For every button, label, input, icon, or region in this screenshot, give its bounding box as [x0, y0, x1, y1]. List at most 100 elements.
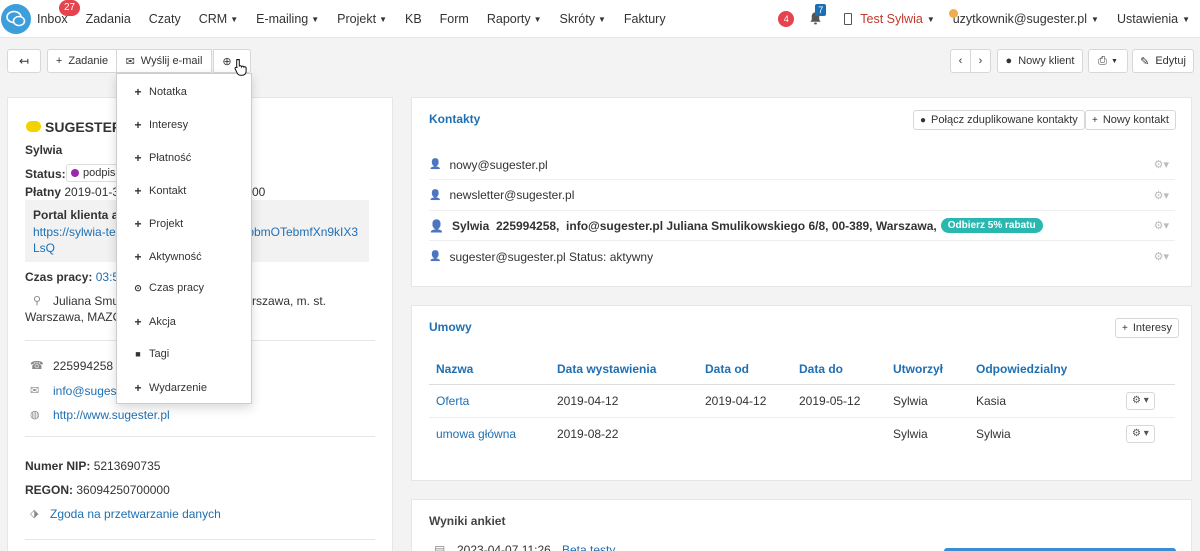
previous-client-button[interactable]: ‹: [950, 49, 971, 73]
chat-bubble-icon: [26, 121, 41, 132]
new-contact-button[interactable]: + Nowy kontakt: [1085, 110, 1176, 130]
edit-button[interactable]: ✎ Edytuj: [1132, 49, 1194, 73]
address-line-1-tail: rszawa, m. st.: [252, 294, 327, 308]
nav-item-faktury[interactable]: Faktury: [624, 12, 666, 26]
envelope-icon: ✉: [125, 55, 135, 68]
nav-item-skróty[interactable]: Skróty ▼: [560, 12, 606, 26]
website-link[interactable]: http://www.sugester.pl: [53, 408, 170, 422]
caret-down-icon: ▼: [597, 15, 606, 24]
plus-icon: +: [134, 150, 142, 165]
dropdown-item-kontakt[interactable]: + Kontakt: [133, 184, 186, 198]
person-icon: 👤: [429, 189, 442, 201]
account-label: uzytkownik@sugester.pl: [952, 12, 1088, 26]
notifications-badge: 7: [815, 4, 827, 16]
dropdown-item-projekt[interactable]: + Projekt: [133, 217, 183, 231]
nav-item-form[interactable]: Form: [440, 12, 469, 26]
dropdown-item-interesy[interactable]: + Interesy: [133, 118, 188, 132]
caret-down-icon: ▼: [230, 15, 239, 24]
dropdown-item-aktywność[interactable]: + Aktywność: [133, 250, 202, 264]
navbar-right: 4 7 Test Sylwia ▼ uzytkownik@sugester.pl…: [778, 0, 1190, 38]
add-interest-button[interactable]: + Interesy: [1115, 318, 1179, 338]
table-cell: ⚙ ▾: [1119, 384, 1175, 418]
dropdown-item-tagi[interactable]: ■ Tagi: [133, 348, 169, 360]
portal-link-end[interactable]: LsQ: [33, 241, 55, 255]
test-account-menu[interactable]: Test Sylwia ▼: [844, 12, 935, 26]
gear-icon[interactable]: ⚙▾: [1154, 250, 1169, 263]
table-cell: Sylwia: [893, 426, 928, 441]
contact-row[interactable]: 👤 Sylwia 225994258, info@sugester.pl Juli…: [429, 211, 1175, 241]
contract-link[interactable]: umowa główna: [436, 427, 516, 441]
email-link[interactable]: info@sugest: [53, 384, 120, 398]
contact-text: Sylwia 225994258, info@sugester.pl Julia…: [451, 218, 937, 233]
column-header: Nazwa: [429, 354, 550, 385]
chat-bubbles-icon: [1, 4, 31, 34]
nav-item-zadania[interactable]: Zadania: [86, 12, 131, 26]
contact-text: sugester@sugester.pl Status: aktywny: [449, 249, 654, 264]
bell-icon[interactable]: 7: [808, 4, 827, 27]
back-button[interactable]: ↤: [7, 49, 41, 73]
new-client-label: Nowy klient: [1018, 55, 1075, 67]
phone-device-icon: [844, 13, 853, 25]
alerts-badge[interactable]: 4: [778, 11, 795, 27]
paid-label: Płatny: [25, 185, 62, 199]
portal-link-tail[interactable]: /bbmOTebmfXn9kIX3: [244, 225, 358, 239]
contact-row[interactable]: 👤 sugester@sugester.pl Status: aktywny ⚙▾: [429, 242, 1175, 272]
plus-icon: +: [55, 55, 63, 67]
map-marker-icon: ⚲: [33, 295, 42, 307]
dropdown-item-akcja[interactable]: + Akcja: [133, 315, 175, 330]
app-logo[interactable]: [0, 0, 32, 38]
dropdown-item-notatka[interactable]: + Notatka: [133, 85, 186, 99]
row-actions-button[interactable]: ⚙ ▾: [1126, 391, 1155, 410]
contracts-title: Umowy: [429, 320, 472, 334]
dropdown-item-płatność[interactable]: + Płatność: [133, 151, 191, 165]
plus-icon: +: [134, 85, 142, 99]
phone-number: 225994258: [53, 359, 114, 373]
dropdown-item-label: Aktywność: [149, 250, 202, 263]
account-menu[interactable]: uzytkownik@sugester.pl ▼: [948, 9, 1099, 26]
status-label: Status:: [25, 167, 66, 181]
dropdown-item-czas-pracy[interactable]: ⊙ Czas pracy: [133, 282, 204, 294]
caret-down-icon: ▼: [1091, 14, 1099, 24]
nav-item-label: KB: [404, 12, 422, 26]
nav-item-label: Form: [439, 12, 469, 26]
send-email-button[interactable]: ✉ Wyślij e-mail: [116, 49, 212, 73]
consent-link[interactable]: Zgoda na przetwarzanie danych: [50, 507, 221, 521]
print-button[interactable]: ⎙ ▼: [1088, 49, 1128, 73]
plus-icon: +: [134, 315, 142, 330]
contact-row[interactable]: 👤 newsletter@sugester.pl ⚙▾: [429, 181, 1175, 211]
nav-item-raporty[interactable]: Raporty ▼: [487, 12, 542, 26]
paid-row: Płatny 2019-01-31: [25, 185, 126, 199]
person-icon: 👤: [429, 218, 444, 233]
dropdown-item-label: Płatność: [149, 151, 192, 164]
row-actions-button[interactable]: ⚙ ▾: [1126, 424, 1155, 443]
new-client-button[interactable]: ● Nowy klient: [997, 49, 1083, 73]
user-icon: ●: [920, 114, 927, 126]
client-owner: Sylwia: [25, 143, 63, 157]
gear-icon[interactable]: ⚙▾: [1154, 189, 1169, 202]
dropdown-item-label: Czas pracy: [149, 282, 205, 295]
contact-row[interactable]: 👤 nowy@sugester.pl ⚙▾: [429, 150, 1175, 180]
nav-item-czaty[interactable]: Czaty: [149, 12, 181, 26]
gear-icon[interactable]: ⚙▾: [1154, 219, 1169, 232]
person-icon: 👤: [429, 159, 442, 170]
column-header: Data wystawienia: [550, 354, 698, 385]
nav-item-projekt[interactable]: Projekt ▼: [337, 12, 387, 26]
nav-item-label: Skróty: [559, 12, 595, 26]
dropdown-item-wydarzenie[interactable]: + Wydarzenie: [133, 381, 207, 395]
nav-item-kb[interactable]: KB: [405, 12, 422, 26]
nav-item-e-mailing[interactable]: E-mailing ▼: [256, 12, 319, 26]
plus-icon: +: [1122, 322, 1128, 334]
gear-icon[interactable]: ⚙▾: [1154, 158, 1169, 171]
portal-link[interactable]: https://sylwia-tes: [33, 225, 122, 239]
tags-icon: ⬗: [30, 508, 39, 520]
survey-row-link[interactable]: Beta testy: [562, 543, 615, 551]
new-task-button[interactable]: + Zadanie: [47, 49, 117, 73]
nav-item-inbox[interactable]: Inbox 27: [37, 0, 81, 26]
next-client-button[interactable]: ›: [970, 49, 991, 73]
merge-duplicates-button[interactable]: ● Połącz zduplikowane kontakty: [913, 110, 1085, 130]
contract-link[interactable]: Oferta: [436, 394, 469, 408]
nav-item-crm[interactable]: CRM ▼: [199, 12, 238, 26]
settings-menu[interactable]: Ustawienia ▼: [1117, 12, 1190, 26]
table-cell: Kasia: [969, 384, 1119, 418]
table-cell: 2019-04-12: [698, 384, 792, 418]
